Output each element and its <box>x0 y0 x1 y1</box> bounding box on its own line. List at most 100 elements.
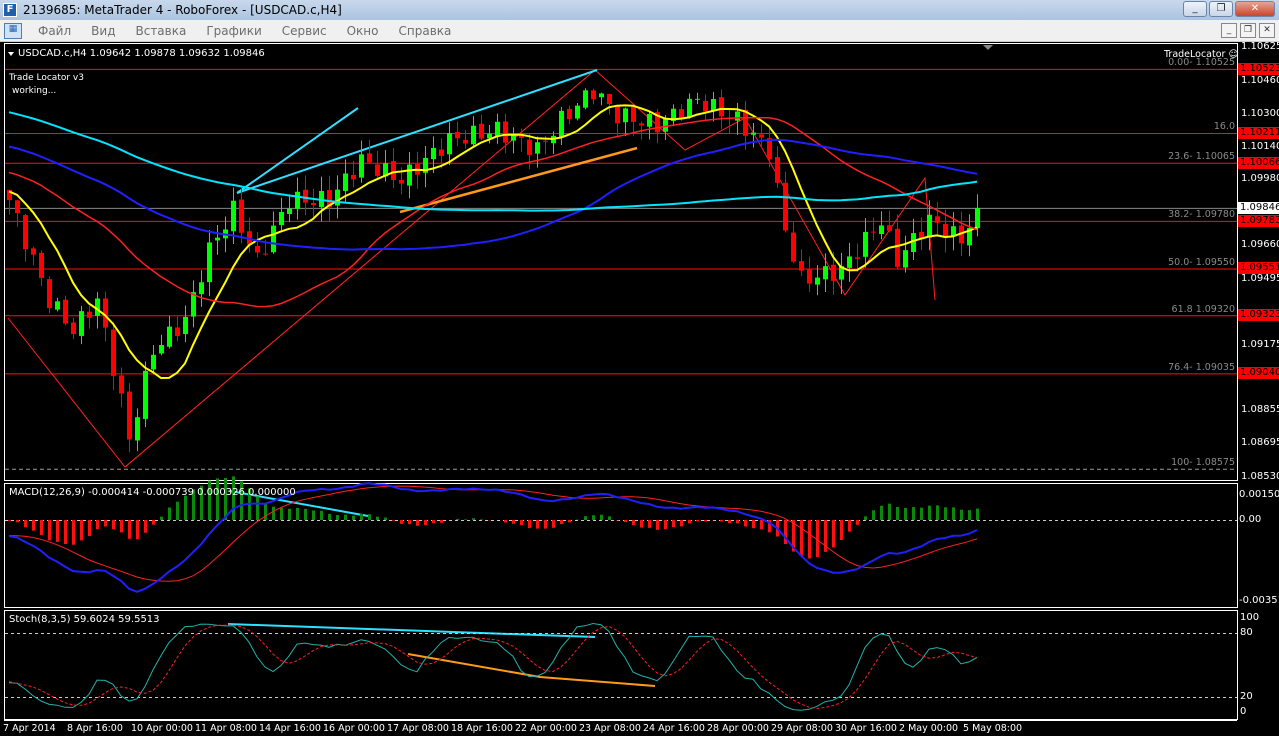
candle <box>647 111 652 140</box>
candle <box>807 256 812 292</box>
macd-histogram-bar <box>328 513 331 520</box>
chart-close-button[interactable]: ✕ <box>1259 23 1275 38</box>
candle <box>135 408 140 452</box>
candle <box>279 197 284 231</box>
macd-histogram-bar <box>88 520 91 537</box>
stoch-axis-label: 20 <box>1240 691 1253 702</box>
close-button[interactable]: ✕ <box>1235 1 1275 17</box>
macd-histogram-bar <box>112 520 115 530</box>
macd-histogram-bar <box>832 520 835 548</box>
macd-histogram-bar <box>288 508 291 520</box>
macd-histogram-bar <box>320 510 323 520</box>
time-axis-label: 2 May 00:00 <box>899 723 959 734</box>
macd-histogram-bar <box>184 495 187 520</box>
chart-shift-marker[interactable] <box>983 45 993 50</box>
candle <box>391 148 396 189</box>
menu-insert[interactable]: Вставка <box>125 24 196 38</box>
macd-histogram-bar <box>304 508 307 520</box>
candle <box>599 92 604 106</box>
macd-histogram-bar <box>144 520 147 533</box>
candle <box>471 116 476 147</box>
time-axis-label: 30 Apr 16:00 <box>835 723 897 734</box>
chart-restore-button[interactable]: ❐ <box>1240 23 1256 38</box>
price-level-tag: 1.09551 <box>1238 262 1279 275</box>
macd-histogram-bar <box>64 520 67 544</box>
macd-histogram-bar <box>56 520 59 542</box>
candle <box>695 92 700 105</box>
macd-histogram-bar <box>296 507 299 520</box>
macd-histogram-bar <box>256 496 259 520</box>
title-bar: F 2139685: MetaTrader 4 - RoboForex - [U… <box>0 0 1279 20</box>
candle <box>295 177 300 220</box>
candle <box>87 305 92 329</box>
macd-histogram-bar <box>272 506 275 520</box>
candle <box>591 88 596 105</box>
macd-histogram-bar <box>384 517 387 520</box>
macd-main-line <box>8 482 978 593</box>
minimize-button[interactable]: _ <box>1183 1 1207 17</box>
chart-minimize-button[interactable]: _ <box>1221 23 1237 38</box>
chart-document-icon[interactable]: ▦ <box>4 22 22 39</box>
time-axis-label: 5 May 08:00 <box>963 723 1023 734</box>
macd-histogram-bar <box>904 507 907 520</box>
macd-histogram-bar <box>808 520 811 559</box>
price-axis-label: 1.08695 <box>1241 437 1279 449</box>
menu-help[interactable]: Справка <box>389 24 462 38</box>
maximize-button[interactable]: ❐ <box>1209 1 1233 17</box>
menu-tools[interactable]: Сервис <box>272 24 337 38</box>
candle <box>903 235 908 273</box>
macd-histogram-bar <box>648 520 651 528</box>
macd-histogram-bar <box>704 520 707 522</box>
ma-fast-line <box>8 104 978 380</box>
candle <box>447 122 452 166</box>
candle <box>511 127 516 154</box>
time-axis-label: 23 Apr 08:00 <box>579 723 641 734</box>
candle <box>919 217 924 250</box>
macd-histogram-bar <box>216 478 219 520</box>
macd-histogram-bar <box>656 520 659 530</box>
macd-histogram-bar <box>800 520 803 557</box>
macd-histogram-bar <box>752 520 755 529</box>
macd-histogram-bar <box>440 520 443 523</box>
candle <box>463 130 468 149</box>
price-level-tag: 1.09783 <box>1238 214 1279 227</box>
macd-histogram-bar <box>16 520 19 523</box>
macd-histogram-bar <box>584 516 587 520</box>
candle <box>327 175 332 222</box>
macd-histogram-bar <box>848 520 851 532</box>
macd-histogram-bar <box>344 514 347 520</box>
macd-histogram-bar <box>360 513 363 520</box>
time-axis-label: 11 Apr 08:00 <box>195 723 257 734</box>
candle <box>359 140 364 183</box>
candle <box>815 265 820 296</box>
macd-histogram-bar <box>96 520 99 530</box>
candle <box>239 186 244 244</box>
macd-histogram-bar <box>688 520 691 524</box>
macd-histogram-bar <box>672 520 675 528</box>
menu-file[interactable]: Файл <box>28 24 81 38</box>
time-axis-label: 28 Apr 00:00 <box>707 723 769 734</box>
macd-histogram-bar <box>104 520 107 527</box>
macd-histogram-bar <box>464 519 467 520</box>
candle <box>311 188 316 219</box>
macd-signal-line <box>8 485 978 582</box>
ma-long-line <box>8 111 978 212</box>
candle <box>967 214 972 257</box>
price-level-tag: 1.09323 <box>1238 309 1279 322</box>
menu-charts[interactable]: Графики <box>196 24 271 38</box>
macd-histogram-bar <box>152 520 155 525</box>
macd-axis-label: 0.00 <box>1239 514 1262 525</box>
candle <box>575 102 580 121</box>
macd-histogram-bar <box>592 515 595 520</box>
macd-histogram-bar <box>928 505 931 520</box>
candle <box>191 280 196 328</box>
price-axis-label: 1.08855 <box>1241 404 1279 416</box>
collapse-triangle-icon[interactable] <box>8 52 14 56</box>
price-chart[interactable] <box>0 0 1279 736</box>
macd-histogram-bar <box>528 520 531 529</box>
macd-histogram-bar <box>368 514 371 520</box>
candle <box>839 252 844 294</box>
menu-view[interactable]: Вид <box>81 24 125 38</box>
menu-window[interactable]: Окно <box>337 24 389 38</box>
candle <box>671 104 676 127</box>
